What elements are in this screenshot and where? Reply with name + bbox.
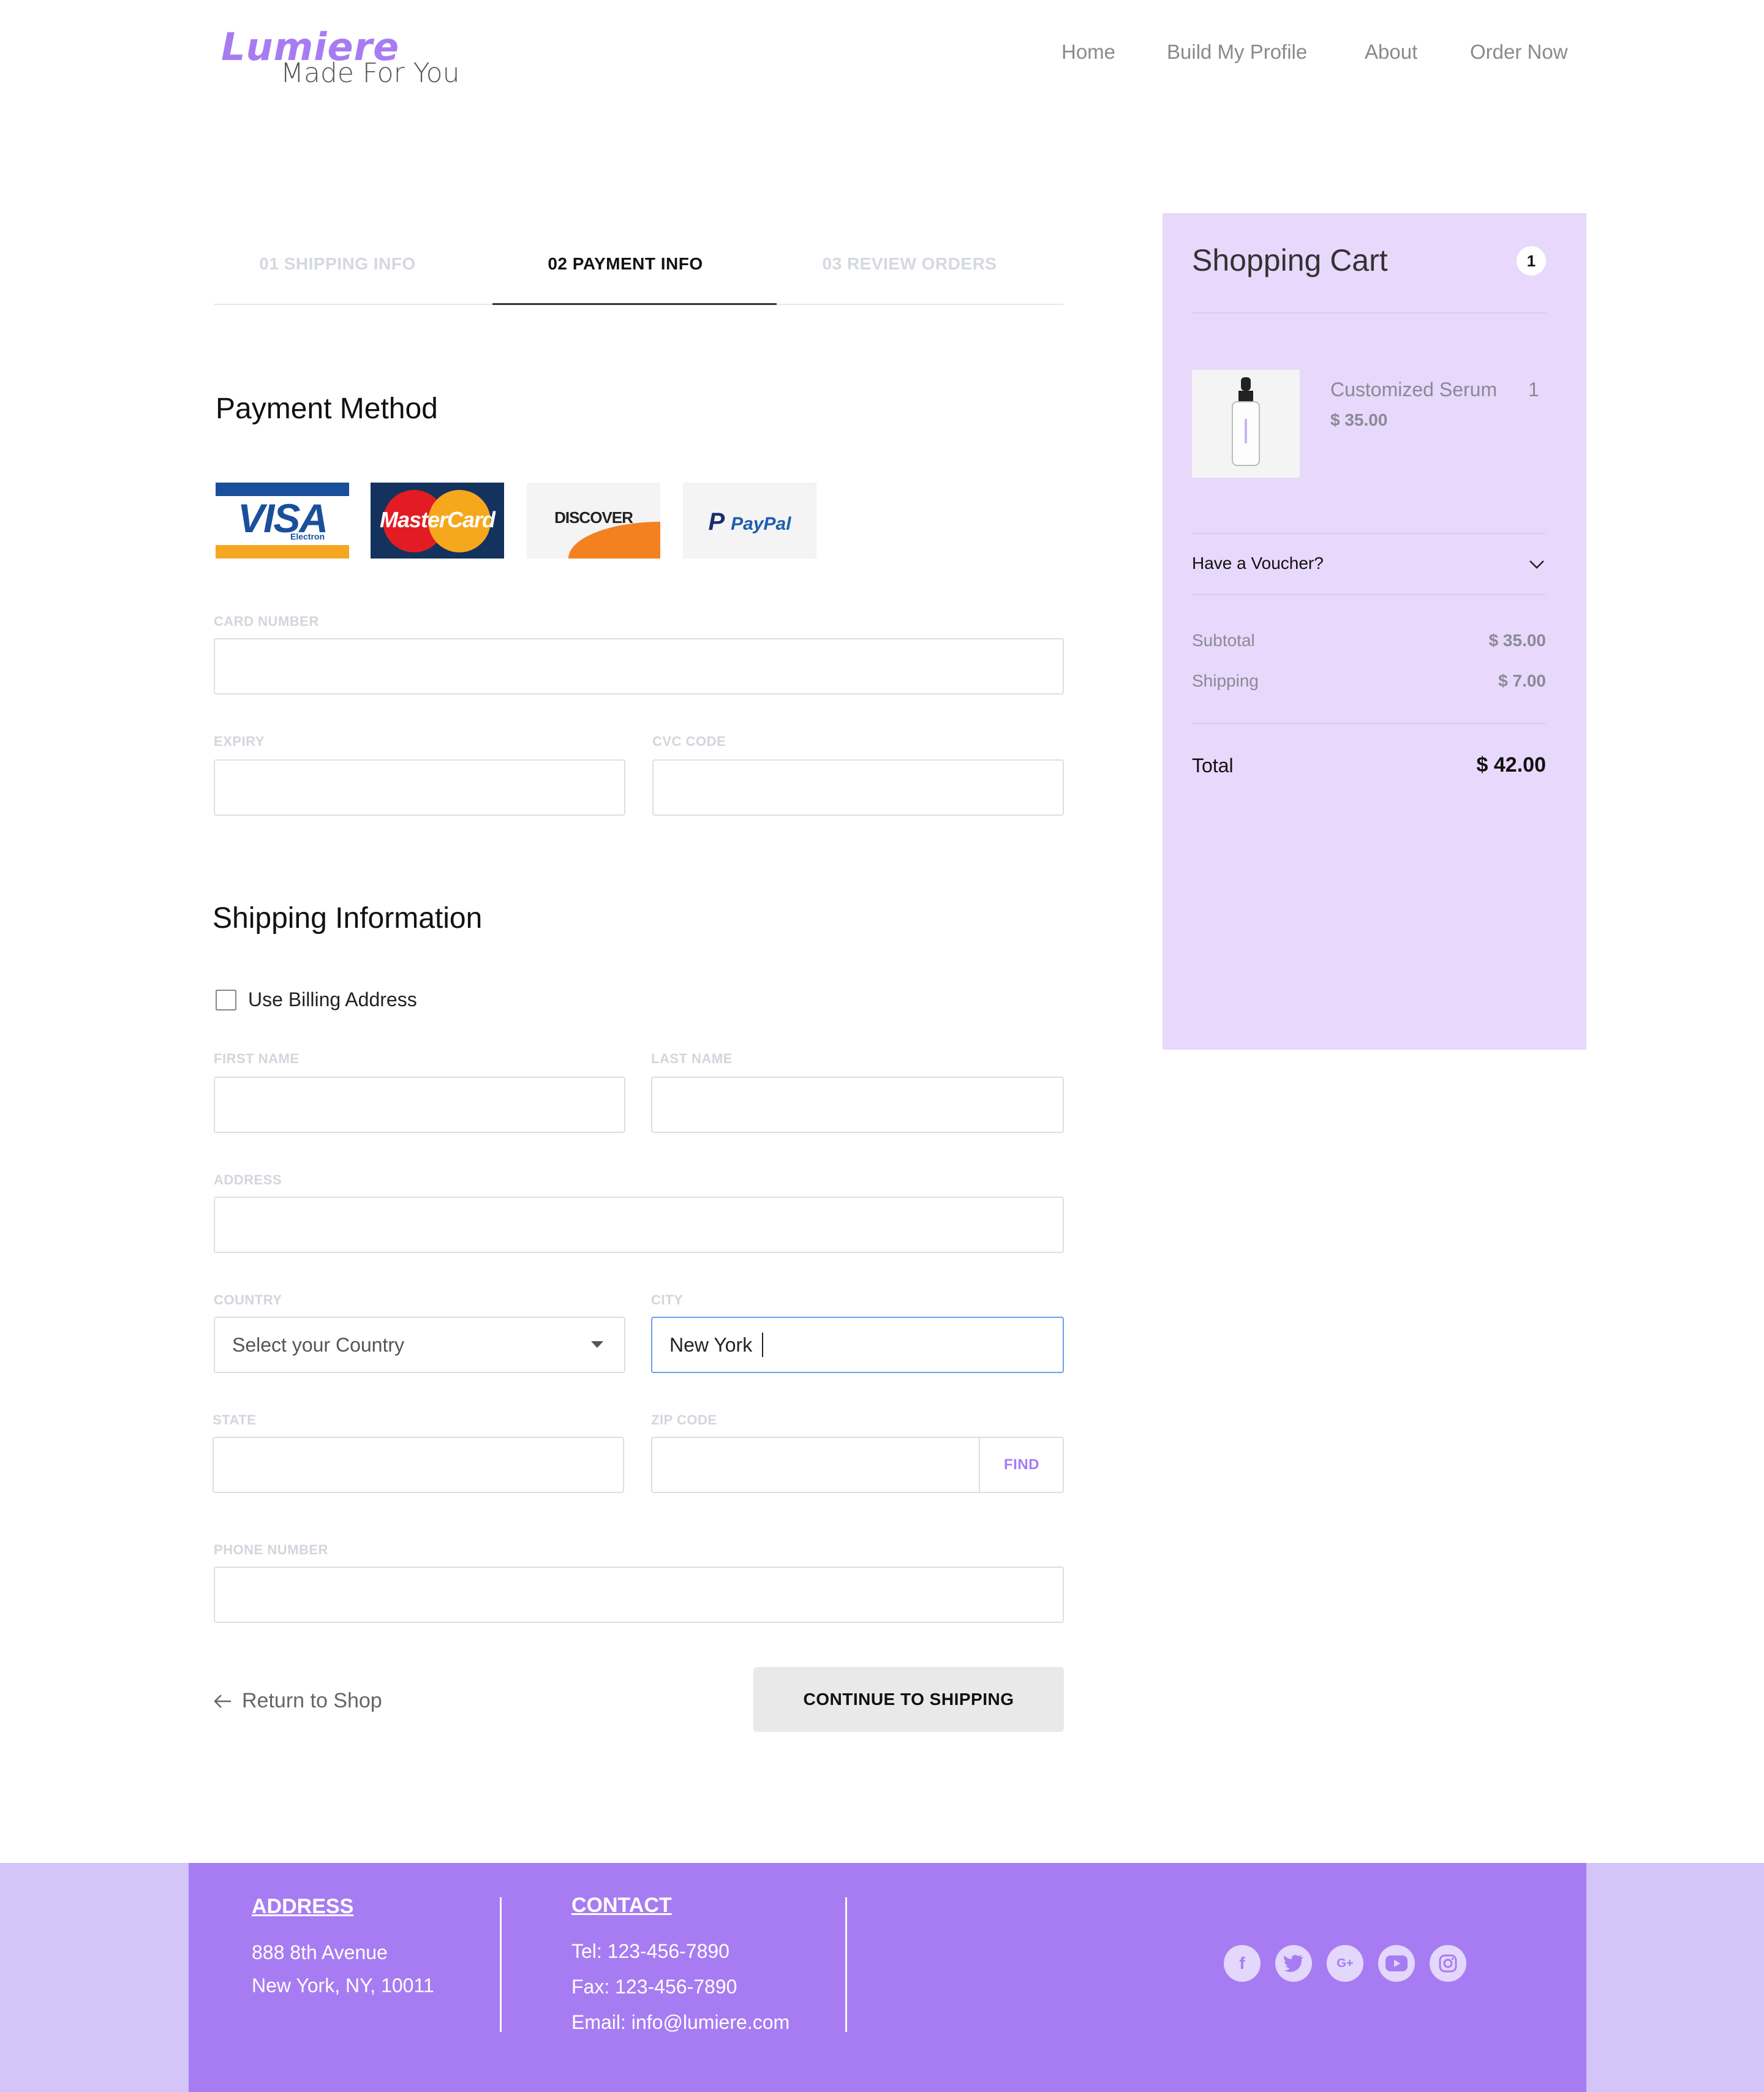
address-label: ADDRESS: [214, 1172, 282, 1187]
state-input[interactable]: [213, 1437, 624, 1493]
first-name-label: FIRST NAME: [214, 1051, 300, 1066]
visa-card[interactable]: VISA Electron: [216, 483, 349, 559]
return-to-shop-label: Return to Shop: [242, 1689, 382, 1712]
footer-divider: [845, 1897, 847, 2032]
mastercard-logo-text: MasterCard: [379, 507, 496, 532]
cart-divider: [1192, 533, 1546, 534]
state-label: STATE: [213, 1412, 257, 1428]
shopping-cart-panel: Shopping Cart 1 Customized Serum 1 $ 35.…: [1163, 213, 1586, 1050]
last-name-label: LAST NAME: [651, 1051, 733, 1066]
logo-tagline: Made For You: [281, 58, 460, 89]
card-number-input[interactable]: [214, 638, 1064, 694]
footer-contact-heading: CONTACT: [571, 1894, 672, 1917]
discover-card[interactable]: DISCOVER: [527, 483, 660, 559]
use-billing-address-label[interactable]: Use Billing Address: [248, 988, 417, 1011]
google-plus-icon[interactable]: G+: [1327, 1945, 1363, 1982]
twitter-icon[interactable]: [1275, 1945, 1312, 1982]
country-select[interactable]: Select your Country: [214, 1317, 625, 1373]
shipping-cost-label: Shipping: [1192, 671, 1259, 690]
zip-code-label: ZIP CODE: [651, 1412, 717, 1428]
country-select-value: Select your Country: [232, 1334, 405, 1356]
step-shipping-info[interactable]: 01 SHIPPING INFO: [195, 254, 480, 274]
use-billing-address-checkbox[interactable]: [216, 990, 236, 1010]
text-cursor: [762, 1333, 763, 1357]
cart-item-price: $ 35.00: [1330, 410, 1388, 429]
cart-divider: [1192, 594, 1546, 595]
footer-address-heading: ADDRESS: [252, 1895, 354, 1918]
step-review-orders[interactable]: 03 REVIEW ORDERS: [767, 254, 1052, 274]
cart-item-qty: 1: [1528, 378, 1539, 401]
phone-number-input[interactable]: [214, 1567, 1064, 1623]
footer-email[interactable]: Email: info@lumiere.com: [571, 2011, 790, 2034]
discover-logo-text: DISCOVER: [554, 508, 633, 527]
return-to-shop-link[interactable]: Return to Shop: [214, 1689, 382, 1713]
caret-down-icon: [591, 1341, 603, 1348]
nav-about[interactable]: About: [1365, 40, 1417, 64]
payment-method-title: Payment Method: [216, 393, 438, 425]
active-step-indicator: [492, 303, 777, 305]
cart-divider: [1192, 723, 1546, 724]
cart-count-badge: 1: [1517, 246, 1546, 276]
country-label: COUNTRY: [214, 1292, 282, 1308]
paypal-icon: P: [708, 508, 725, 535]
card-number-label: CARD NUMBER: [214, 614, 319, 629]
shipping-cost-value: $ 7.00: [1498, 671, 1546, 690]
cart-item-name: Customized Serum: [1330, 378, 1498, 401]
mastercard-card[interactable]: MasterCard: [371, 483, 504, 559]
serum-bottle-icon: [1232, 377, 1260, 466]
footer-address-line1: 888 8th Avenue: [252, 1941, 388, 1963]
find-button[interactable]: FIND: [979, 1437, 1063, 1493]
nav-build-my-profile[interactable]: Build My Profile: [1167, 40, 1307, 64]
visa-sub-text: Electron: [290, 532, 325, 541]
phone-number-label: PHONE NUMBER: [214, 1542, 328, 1557]
shipping-information-title: Shipping Information: [213, 902, 483, 935]
subtotal-value: $ 35.00: [1488, 631, 1546, 650]
cart-divider: [1192, 312, 1546, 314]
cvc-label: CVC CODE: [652, 734, 726, 749]
footer-divider: [500, 1897, 502, 2032]
nav-home[interactable]: Home: [1061, 40, 1115, 64]
cvc-input[interactable]: [652, 759, 1064, 816]
expiry-input[interactable]: [214, 759, 625, 816]
nav-order-now[interactable]: Order Now: [1470, 40, 1568, 64]
city-input[interactable]: [651, 1317, 1064, 1373]
paypal-card[interactable]: P PayPal: [683, 483, 816, 559]
address-input[interactable]: [214, 1197, 1064, 1253]
first-name-input[interactable]: [214, 1077, 625, 1133]
footer-fax: Fax: 123-456-7890: [571, 1976, 737, 1998]
paypal-logo-text: PayPal: [731, 514, 791, 534]
subtotal-label: Subtotal: [1192, 631, 1255, 650]
product-image: [1192, 370, 1300, 478]
arrow-left-icon: [214, 1694, 231, 1708]
footer-tel: Tel: 123-456-7890: [571, 1940, 729, 1962]
instagram-icon[interactable]: [1430, 1945, 1466, 1982]
voucher-toggle[interactable]: Have a Voucher?: [1192, 554, 1324, 573]
expiry-label: EXPIRY: [214, 734, 265, 749]
total-label: Total: [1192, 754, 1234, 777]
cart-title: Shopping Cart: [1192, 243, 1388, 277]
visa-logo-text: VISA: [237, 495, 328, 541]
step-payment-info[interactable]: 02 PAYMENT INFO: [483, 254, 767, 274]
facebook-icon[interactable]: f: [1224, 1945, 1261, 1982]
youtube-icon[interactable]: [1378, 1945, 1415, 1982]
last-name-input[interactable]: [651, 1077, 1064, 1133]
chevron-down-icon[interactable]: [1529, 556, 1545, 572]
continue-to-shipping-button[interactable]: CONTINUE TO SHIPPING: [753, 1667, 1064, 1732]
total-value: $ 42.00: [1476, 753, 1546, 777]
city-label: CITY: [651, 1292, 684, 1308]
footer-address-line2: New York, NY, 10011: [252, 1974, 434, 1996]
